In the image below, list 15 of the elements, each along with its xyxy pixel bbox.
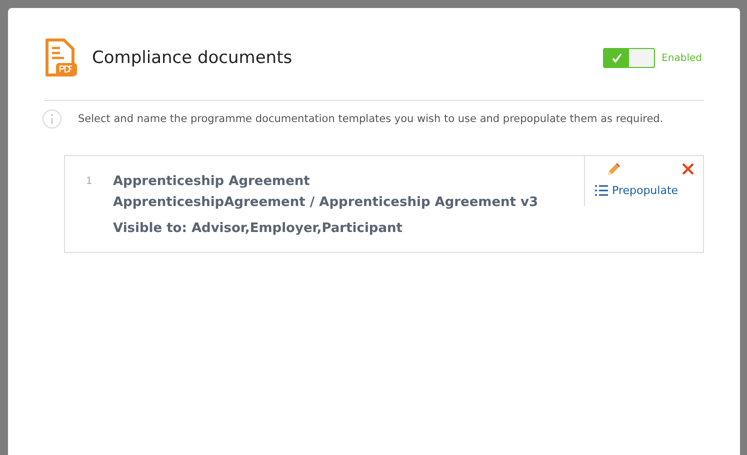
toggle-label: Enabled [662, 52, 702, 64]
template-name: ApprenticeshipAgreement / Apprenticeship Agreement v3 [113, 194, 540, 212]
info-text: Select and name the programme documentation templates you wish to use and prepopulate them as required. [78, 113, 664, 125]
pencil-icon[interactable] [605, 162, 621, 178]
dialog-title: Compliance documents [92, 48, 294, 68]
list-icon [595, 185, 608, 196]
prepopulate-link[interactable]: Prepopulate [595, 184, 678, 197]
row-number: 1 [84, 175, 94, 189]
info-icon [42, 109, 62, 129]
pdf-file-icon [44, 38, 78, 78]
visibility-text: Visible to: Advisor,Employer,Participant [113, 220, 404, 238]
delete-icon[interactable] [681, 162, 695, 176]
toggle-switch[interactable] [602, 48, 655, 68]
check-icon [610, 52, 623, 64]
document-title: Apprenticeship Agreement [113, 173, 311, 191]
